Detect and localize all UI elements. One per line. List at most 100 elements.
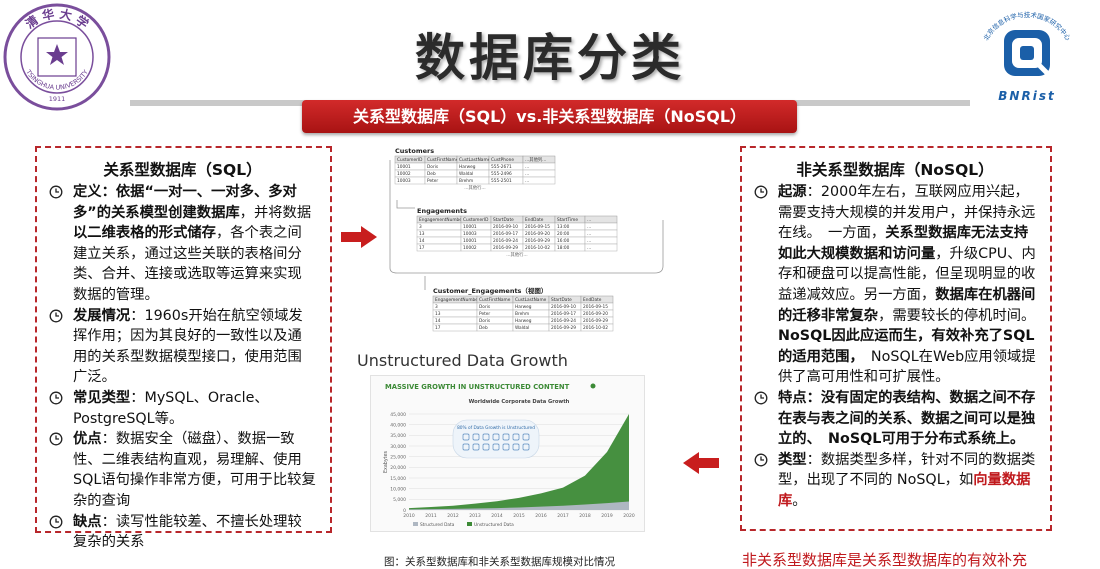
panel-item: 定义：依据“一对一、一对多、多对多”的关系模型创建数据库，并将数据以二维表格的形…: [49, 182, 316, 306]
table-header-text: EngagementNumber: [435, 297, 480, 303]
item-text: 以二维表格的形式储存: [73, 225, 216, 242]
panel-item: 优点：数据安全（磁盘）、数据一致性、二维表结构直观，易理解、使用SQL语句操作非…: [49, 429, 316, 511]
item-text: 常见类型: [73, 389, 131, 406]
table-cell-text: 10003: [463, 231, 477, 237]
y-tick-label: 30,000: [390, 444, 406, 450]
table-header-text: CustomerID: [463, 217, 489, 223]
table-cell-text: 2016-09-29: [493, 245, 518, 251]
table-cell-text: Harweg: [459, 164, 476, 170]
item-text: 类型: [778, 451, 807, 468]
panel-item: 发展情况：1960s开始在航空领域发挥作用；因为其良好的一致性以及通用的关系型数…: [49, 306, 316, 388]
item-text: 起源: [778, 184, 807, 200]
x-tick-label: 2014: [491, 513, 503, 519]
x-tick-label: 2017: [557, 513, 569, 519]
panel-item: 常见类型：MySQL、Oracle、PostgreSQL等。: [49, 388, 316, 429]
item-text: 优点: [73, 431, 102, 448]
clock-bullet-icon: [49, 391, 63, 405]
table-cell-text: 2016-09-24: [551, 318, 576, 324]
table-cell-text: 10001: [463, 224, 477, 230]
x-tick-label: 2011: [425, 513, 437, 519]
table-header-text: StartDate: [493, 217, 514, 223]
table-cell-text: 10003: [397, 178, 411, 184]
table-cell-text: 10001: [397, 164, 411, 170]
annotation-text: 80% of Data Growth is Unstructured: [457, 425, 535, 431]
table-cell-text: …: [587, 246, 591, 251]
table-header-text: CustomerID: [397, 157, 423, 163]
x-tick-label: 2019: [601, 513, 613, 519]
table-more-rows: …其他行…: [464, 184, 485, 191]
table-cell-text: Doris: [427, 164, 439, 170]
chart-headline: MASSIVE GROWTH IN UNSTRUCTURED CONTENT: [385, 383, 570, 391]
panel-item: 起源：2000年左右，互联网应用兴起，需要支持大规模的并发用户，并保持永远在线。…: [754, 182, 1036, 388]
item-text: ，并将数据: [239, 204, 312, 221]
table-cell-text: Peter: [479, 311, 490, 317]
legend-label: Unstructured Data: [474, 522, 514, 528]
table-cell-text: …: [587, 239, 591, 244]
table-header-text: StartTime: [557, 217, 578, 223]
table-cell-text: …: [587, 225, 591, 230]
table-cell-text: …: [525, 172, 529, 177]
table-cell-text: Peter: [427, 178, 438, 184]
legend-swatch: [467, 522, 472, 526]
panel-item: 缺点：读写性能较差、不擅长处理较复杂的关系: [49, 512, 316, 553]
panel-item: 特点：没有固定的表结构、数据之间不存在表与表之间的关系、数据之间可以是独立的、 …: [754, 388, 1036, 450]
legend-dot: [590, 383, 596, 389]
svg-text:BNRist: BNRist: [998, 89, 1055, 103]
clock-bullet-icon: [754, 391, 768, 405]
table-cell-text: …: [525, 165, 529, 170]
table-cell-text: 3: [435, 304, 438, 310]
y-axis-label: Exabytes: [383, 450, 389, 473]
nosql-heading: 非关系型数据库（NoSQL）: [796, 161, 994, 179]
table-cell-text: 10002: [397, 171, 411, 177]
clock-bullet-icon: [49, 185, 63, 199]
y-tick-label: 25,000: [390, 454, 406, 460]
item-text: ，需要较长的停机时间。: [878, 307, 1043, 324]
table-cell-text: Brehm: [515, 311, 529, 317]
table-cell-text: 20:00: [557, 231, 570, 237]
arrow-right-icon: [341, 226, 377, 248]
x-tick-label: 2020: [623, 513, 635, 519]
table-cell-text: 2016-10-02: [525, 245, 550, 251]
chart-title: Worldwide Corporate Data Growth: [469, 399, 570, 405]
table-header-text: CustLastName: [515, 297, 547, 303]
table-header-text: CustFirstName: [479, 297, 511, 303]
x-tick-label: 2012: [447, 513, 459, 519]
table-cell-text: 17: [419, 245, 425, 251]
svg-text:1911: 1911: [49, 95, 66, 103]
table-header-text: EndDate: [583, 297, 602, 303]
item-text: 缺点: [73, 513, 102, 530]
table-cell-text: Brehm: [459, 178, 473, 184]
table-cell-text: 14: [435, 318, 441, 324]
y-tick-label: 0: [403, 508, 406, 514]
table-cell-text: Deb: [479, 325, 488, 331]
table-cell-text: 555-2501: [491, 178, 512, 184]
table-cell-text: …: [525, 179, 529, 184]
table-cell-text: 2016-09-10: [493, 224, 518, 230]
y-tick-label: 45,000: [390, 412, 406, 418]
table-cell-text: 10001: [463, 238, 477, 244]
table-cell-text: 555-2671: [491, 164, 512, 170]
y-tick-label: 40,000: [390, 422, 406, 428]
relational-tables-figure: CustomersCustomerID CustFirstName CustLast…: [389, 147, 664, 332]
table-cell-text: 2016-10-02: [583, 325, 608, 331]
legend-label: Structured Data: [420, 522, 455, 528]
table-cell-text: Harweg: [515, 304, 532, 310]
table-cell-text: 2016-09-17: [493, 231, 518, 237]
item-text: ：数据安全（磁盘）、数据一致性、二维表结构直观，易理解、使用SQL语句操作非常方…: [73, 431, 316, 509]
y-tick-label: 15,000: [390, 476, 406, 482]
table-cell-text: 14: [419, 238, 425, 244]
table-header-text: …: [587, 218, 591, 223]
table-cell: [416, 222, 462, 231]
arrow-left-icon: [683, 452, 719, 474]
table-cell-text: 2016-09-10: [551, 304, 576, 310]
clock-bullet-icon: [754, 185, 768, 199]
table-header-text: CustLastName: [459, 157, 491, 163]
table-cell-text: 2016-09-20: [583, 311, 608, 317]
table-cell-text: 13: [419, 231, 425, 237]
table-cell-text: 13: [435, 311, 441, 317]
table-cell-text: 10002: [463, 245, 477, 251]
sql-heading: 关系型数据库（SQL）: [103, 161, 262, 179]
table-cell-text: 2016-09-20: [525, 231, 550, 237]
x-tick-label: 2010: [403, 513, 415, 519]
table-cell-text: 16:00: [557, 238, 570, 244]
